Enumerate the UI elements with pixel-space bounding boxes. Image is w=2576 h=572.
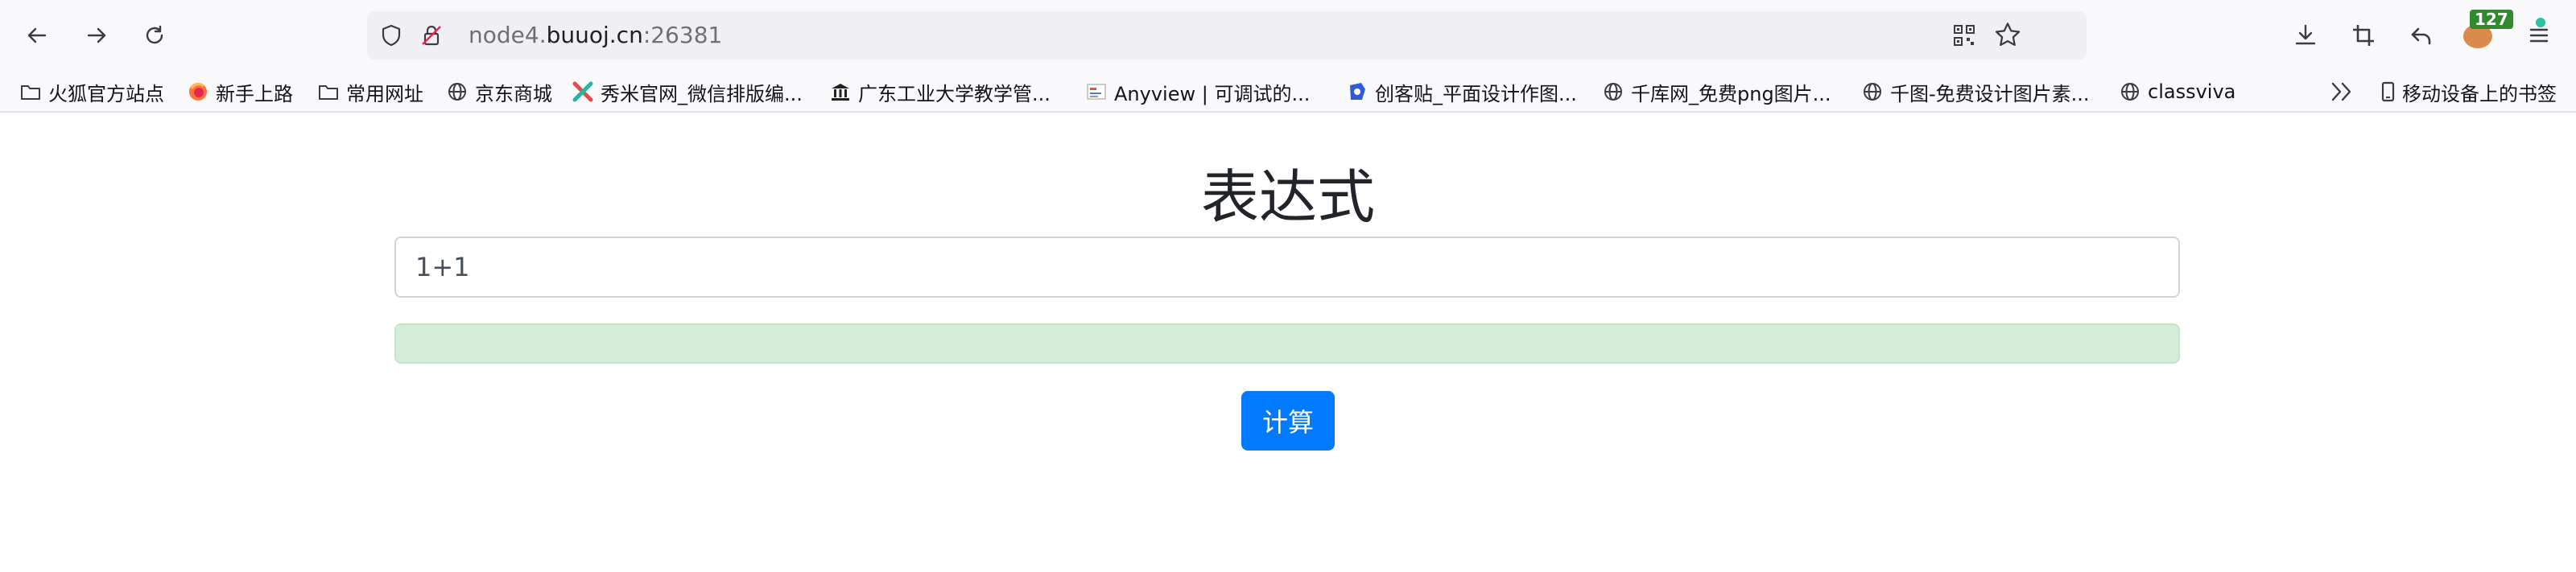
crop-icon <box>2353 25 2374 46</box>
mobile-bookmarks-label: 移动设备上的书签 <box>2402 82 2557 105</box>
url-port: :26381 <box>642 22 723 48</box>
firefox-icon <box>187 80 209 103</box>
result-alert <box>394 323 2180 364</box>
url-domain: buuoj.cn <box>546 22 643 48</box>
back-button[interactable] <box>16 14 58 56</box>
bookmark-label: 常用网址 <box>346 82 423 105</box>
bookmark-star-icon[interactable] <box>1993 21 2022 50</box>
undo-arrow-icon <box>2411 27 2431 45</box>
bookmark-item[interactable]: 常用网址 <box>317 76 423 108</box>
mobile-bookmarks-folder[interactable]: 移动设备上的书签 <box>2376 76 2557 108</box>
bookmark-label: Anyview | 可调试的... <box>1114 82 1311 105</box>
folder-icon <box>317 80 340 103</box>
bookmark-label: 创客贴_平面设计作图... <box>1375 82 1577 105</box>
folder-icon <box>19 80 42 103</box>
bookmark-item[interactable]: 千库网_免费png图片... <box>1602 76 1831 108</box>
tracking-protection-shield-icon[interactable] <box>378 23 404 48</box>
bookmark-item[interactable]: 广东工业大学教学管... <box>829 76 1051 108</box>
notification-dot-icon <box>2536 18 2545 27</box>
bookmark-label: 京东商城 <box>475 82 552 105</box>
bookmark-item[interactable]: 火狐官方站点 <box>19 76 164 108</box>
url-subdomain: node4. <box>469 22 547 48</box>
address-bar[interactable]: node4.buuoj.cn:26381 <box>367 11 2087 60</box>
bookmark-item[interactable]: classviva <box>2119 76 2235 108</box>
bookmark-item[interactable]: 创客贴_平面设计作图... <box>1346 76 1577 108</box>
bookmark-label: 千库网_免费png图片... <box>1631 82 1831 105</box>
url-text[interactable]: node4.buuoj.cn:26381 <box>469 21 722 50</box>
bookmark-label: 新手上路 <box>216 82 293 105</box>
qr-code-icon[interactable] <box>1951 23 1977 48</box>
bookmark-label: 广东工业大学教学管... <box>858 82 1051 105</box>
bookmark-label: 秀米官网_微信排版编... <box>601 82 803 105</box>
bookmark-item[interactable]: 新手上路 <box>187 76 293 108</box>
expression-input[interactable] <box>394 237 2180 298</box>
calculate-button[interactable]: 计算 <box>1241 391 1335 451</box>
mobile-device-icon <box>2381 81 2395 102</box>
anyview-icon <box>1085 80 1108 103</box>
globe-icon <box>1602 80 1624 103</box>
bookmark-label: 千图-免费设计图片素... <box>1890 82 2090 105</box>
browser-toolbar: node4.buuoj.cn:26381 127 <box>0 0 2576 71</box>
bookmark-item[interactable]: 秀米官网_微信排版编... <box>572 76 803 108</box>
page-title: 表达式 <box>1200 163 1375 231</box>
reload-icon <box>146 25 163 44</box>
university-icon <box>829 80 852 103</box>
bookmarks-overflow-chevron-icon[interactable] <box>2328 80 2357 103</box>
chuangke-icon <box>1346 80 1368 103</box>
back-arrow-icon <box>27 27 47 43</box>
bookmark-label: classviva <box>2148 80 2236 103</box>
bookmark-label: 火狐官方站点 <box>48 82 164 105</box>
reload-button[interactable] <box>134 14 175 56</box>
extension-badge: 127 <box>2470 10 2513 29</box>
xiumi-icon <box>572 80 594 103</box>
bookmark-item[interactable]: Anyview | 可调试的... <box>1085 76 1310 108</box>
globe-icon <box>2119 80 2141 103</box>
globe-icon <box>1861 80 1884 103</box>
bookmark-item[interactable]: 京东商城 <box>446 76 552 108</box>
download-icon <box>2295 24 2316 45</box>
globe-icon <box>446 80 469 103</box>
bookmark-item[interactable]: 千图-免费设计图片素... <box>1861 76 2090 108</box>
forward-arrow-icon <box>87 27 106 43</box>
forward-button[interactable] <box>76 14 118 56</box>
downloads-button[interactable] <box>2285 14 2326 56</box>
screenshot-crop-button[interactable] <box>2343 14 2384 56</box>
insecure-lock-icon[interactable] <box>419 23 444 48</box>
undo-button[interactable] <box>2401 14 2442 56</box>
